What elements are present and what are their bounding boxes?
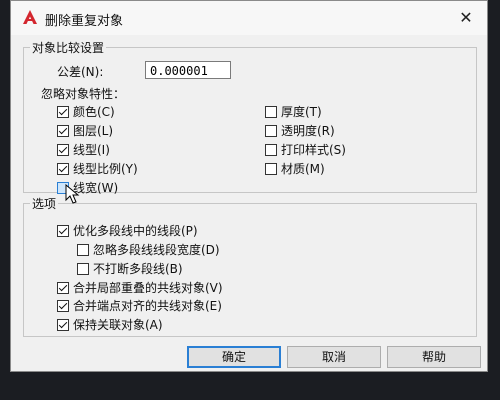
optimize-polylines-checkbox[interactable]: 优化多段线中的线段(P) — [57, 222, 198, 239]
checkbox-box[interactable] — [57, 124, 69, 137]
merge-overlap-checkbox[interactable]: 合并局部重叠的共线对象(V) — [57, 279, 223, 296]
checkbox-box[interactable] — [265, 162, 277, 175]
ignore-left-checkbox-3[interactable]: 线型比例(Y) — [57, 160, 138, 177]
checkbox-label: 保持关联对象(A) — [73, 318, 163, 332]
ignore-right-checkbox-1[interactable]: 透明度(R) — [265, 122, 335, 139]
ignore-left-checkbox-2[interactable]: 线型(I) — [57, 141, 110, 158]
checkbox-label: 颜色(C) — [73, 105, 115, 119]
checkbox-label: 打印样式(S) — [281, 143, 346, 157]
keep-associative-checkbox[interactable]: 保持关联对象(A) — [57, 316, 163, 333]
checkbox-label: 合并端点对齐的共线对象(E) — [73, 299, 222, 313]
cancel-button[interactable]: 取消 — [287, 346, 381, 368]
ignore-left-checkbox-0[interactable]: 颜色(C) — [57, 103, 115, 120]
checkbox-box[interactable] — [57, 281, 69, 294]
checkbox-label: 优化多段线中的线段(P) — [73, 224, 198, 238]
checkbox-box[interactable] — [265, 105, 277, 118]
no-break-checkbox[interactable]: 不打断多段线(B) — [77, 260, 183, 277]
ignore-right-checkbox-3[interactable]: 材质(M) — [265, 160, 325, 177]
ignore-width-checkbox[interactable]: 忽略多段线线段宽度(D) — [77, 241, 220, 258]
checkbox-label: 不打断多段线(B) — [93, 262, 183, 276]
ignore-right-checkbox-2[interactable]: 打印样式(S) — [265, 141, 346, 158]
checkbox-box[interactable] — [77, 243, 89, 256]
merge-endpoint-checkbox[interactable]: 合并端点对齐的共线对象(E) — [57, 297, 222, 314]
checkbox-label: 图层(L) — [73, 124, 114, 138]
delete-duplicates-dialog: 删除重复对象 ✕ 对象比较设置 公差(N): 0.000001 忽略对象特性： … — [10, 0, 488, 372]
ignore-left-checkbox-1[interactable]: 图层(L) — [57, 122, 113, 139]
checkbox-box[interactable] — [57, 224, 69, 237]
autocad-app-icon — [23, 10, 37, 24]
checkbox-box[interactable] — [265, 124, 277, 137]
ok-button[interactable]: 确定 — [187, 346, 281, 368]
checkbox-label: 忽略多段线线段宽度(D) — [93, 243, 220, 257]
checkbox-label: 线型(I) — [73, 143, 110, 157]
checkbox-box[interactable] — [57, 105, 69, 118]
compare-settings-label: 对象比较设置 — [32, 41, 105, 55]
tolerance-input[interactable]: 0.000001 — [145, 61, 231, 79]
checkbox-label: 合并局部重叠的共线对象(V) — [73, 281, 223, 295]
checkbox-box[interactable] — [57, 299, 69, 312]
mouse-cursor-icon — [65, 184, 80, 204]
checkbox-box[interactable] — [57, 143, 69, 156]
checkbox-label: 线型比例(Y) — [73, 162, 138, 176]
checkbox-label: 厚度(T) — [281, 105, 322, 119]
checkbox-box[interactable] — [77, 262, 89, 275]
options-label: 选项 — [32, 197, 57, 211]
checkbox-label: 透明度(R) — [281, 124, 335, 138]
checkbox-box[interactable] — [265, 143, 277, 156]
ignore-right-checkbox-0[interactable]: 厚度(T) — [265, 103, 322, 120]
help-button[interactable]: 帮助 — [387, 346, 481, 368]
checkbox-box[interactable] — [57, 162, 69, 175]
close-icon[interactable]: ✕ — [455, 8, 477, 28]
dialog-title: 删除重复对象 — [45, 14, 124, 29]
checkbox-box[interactable] — [57, 318, 69, 331]
ignore-properties-label: 忽略对象特性： — [41, 87, 126, 101]
tolerance-label: 公差(N): — [57, 65, 104, 79]
checkbox-label: 材质(M) — [281, 162, 325, 176]
title-bar: 删除重复对象 ✕ — [11, 1, 487, 35]
